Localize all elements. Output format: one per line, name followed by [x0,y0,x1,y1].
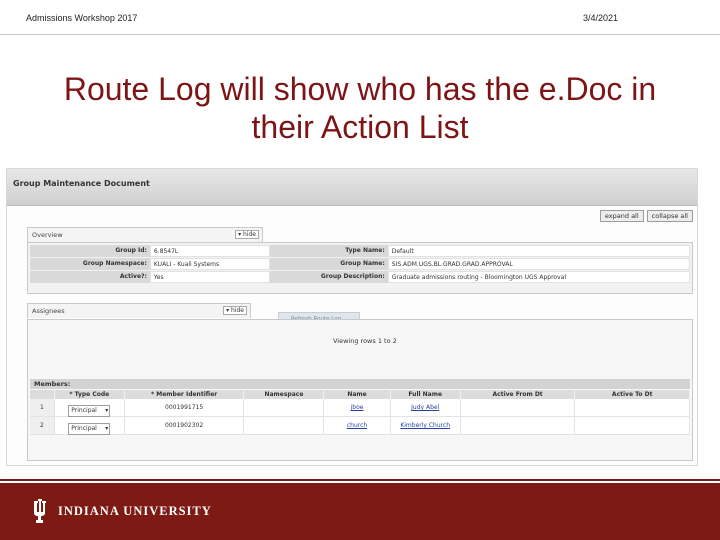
footer-top-line [0,479,720,481]
table-row: 2 Principal 0001902302 church Kimberly C… [30,417,691,435]
overview-hide-button[interactable]: ▾ hide [235,230,259,239]
members-table-header: * Type Code * Member Identifier Namespac… [30,390,691,399]
tab-overview[interactable]: Overview ▾ hide [27,227,263,242]
name-link[interactable]: jboe [351,404,364,411]
col-header-namespace: Namespace [244,390,325,399]
group-id-value: 6.8547L [149,245,270,257]
group-namespace-label: Group Namespace: [30,258,150,270]
overview-section: Group Id: 6.8547L Type Name: Default Gro… [27,242,693,294]
col-header-full-name: Full Name [390,390,461,399]
type-name-label: Type Name: [269,245,388,257]
row-number: 1 [30,399,55,417]
indiana-university-wordmark: INDIANA UNIVERSITY [58,504,212,518]
group-namespace-value: KUALI - Kuali Systems [149,258,270,270]
slide-header-left: Admissions Workshop 2017 [26,13,138,23]
type-code-select[interactable]: Principal [68,405,111,417]
tab-assignees-label: Assignees [32,307,65,315]
member-id-cell: 0001902302 [124,417,245,435]
name-cell: church [324,417,391,435]
overview-row-2: Group Namespace: KUALI - Kuali Systems G… [30,258,690,270]
viewing-rows-text: Viewing rows 1 to 2 [333,337,397,345]
tab-overview-label: Overview [32,231,63,239]
overview-row-3: Active?: Yes Group Description: Graduate… [30,271,690,283]
col-header-active-from: Active From Dt [460,390,576,399]
group-name-value: SIS.ADM.UGS.BL.GRAD.GRAD.APPROVAL [387,258,690,270]
full-name-link[interactable]: Judy Abel [411,404,439,411]
active-to-cell [575,417,691,435]
row-number: 2 [30,417,55,435]
assignees-hide-button[interactable]: ▾ hide [223,306,247,315]
members-table: * Type Code * Member Identifier Namespac… [30,390,691,435]
group-id-label: Group Id: [30,245,150,257]
namespace-cell [244,399,325,417]
top-buttons: expand all collapse all [599,210,693,222]
active-from-cell [460,417,576,435]
slide-title-line2: their Action List [251,109,469,145]
group-name-label: Group Name: [269,258,388,270]
type-name-value: Default [387,245,690,257]
slide-title-line1: Route Log will show who has the e.Doc in [63,71,657,107]
expand-all-button[interactable]: expand all [599,210,644,222]
tab-assignees[interactable]: Assignees ▾ hide [27,303,251,318]
full-name-cell: Judy Abel [390,399,461,417]
slide-header-date: 3/4/2021 [583,13,619,23]
name-link[interactable]: church [347,422,367,429]
col-header-name: Name [324,390,391,399]
type-code-select[interactable]: Principal [68,423,111,435]
name-cell: jboe [324,399,391,417]
active-value: Yes [149,271,270,283]
col-header-type-code: * Type Code [54,390,125,399]
group-description-label: Group Description: [269,271,388,283]
full-name-link[interactable]: Kimberly Church [400,422,450,429]
type-code-cell: Principal [54,417,125,435]
document-screenshot: Group Maintenance Document expand all co… [6,168,698,466]
members-header: Members: [30,379,690,389]
active-from-cell [460,399,576,417]
col-header-member-identifier: * Member Identifier [124,390,245,399]
collapse-all-button[interactable]: collapse all [646,210,693,222]
type-code-cell: Principal [54,399,125,417]
table-row: 1 Principal 0001991715 jboe Judy Abel [30,399,691,417]
col-header-active-to: Active To Dt [575,390,691,399]
full-name-cell: Kimberly Church [390,417,461,435]
iu-trident-icon [34,499,46,523]
header-divider [0,34,720,35]
document-title: Group Maintenance Document [13,179,150,188]
active-label: Active?: [30,271,150,283]
col-header-num [30,390,55,399]
overview-row-1: Group Id: 6.8547L Type Name: Default [30,245,690,257]
group-description-value: Graduate admissions routing - Bloomingto… [387,271,690,283]
member-id-cell: 0001991715 [124,399,245,417]
slide-title: Route Log will show who has the e.Doc in… [0,70,720,146]
active-to-cell [575,399,691,417]
namespace-cell [244,417,325,435]
